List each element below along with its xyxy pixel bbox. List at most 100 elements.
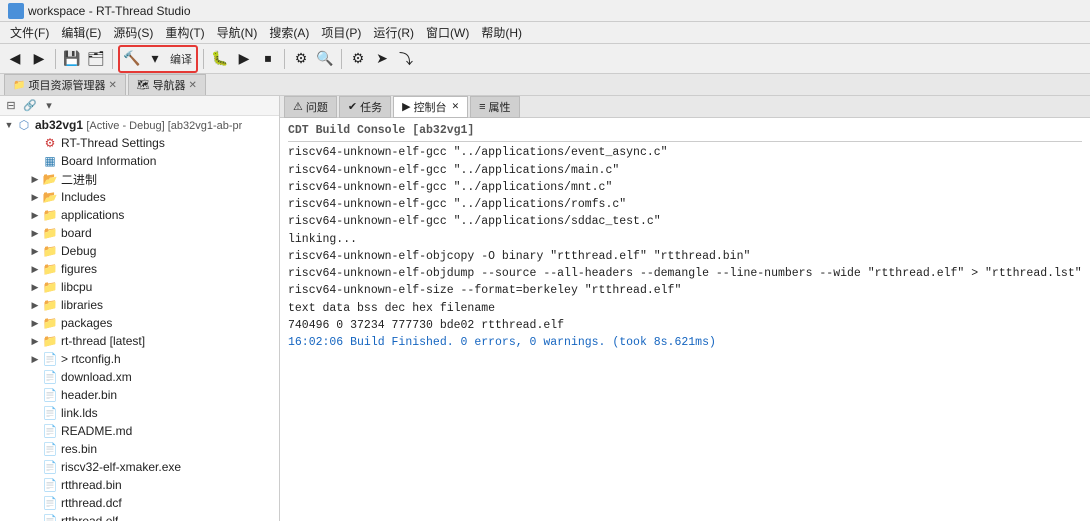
tree-item-header-bin[interactable]: 📄 header.bin <box>0 386 279 404</box>
console-line-2: riscv64-unknown-elf-gcc "../applications… <box>288 179 1082 196</box>
toolbar-save-btn[interactable]: 💾 <box>61 48 83 70</box>
console-active-marker: ✕ <box>452 101 460 112</box>
menu-project[interactable]: 项目(P) <box>315 22 367 43</box>
tab-console[interactable]: ▶ 控制台 ✕ <box>393 96 468 118</box>
tree-item-rtthread-dcf[interactable]: 📄 rtthread.dcf <box>0 494 279 512</box>
libraries-label: libraries <box>61 298 103 312</box>
toolbar-forward-btn[interactable]: ▶ <box>28 48 50 70</box>
packages-icon: 📁 <box>42 315 58 331</box>
tree-item-packages[interactable]: ▶ 📁 packages <box>0 314 279 332</box>
header-bin-icon: 📄 <box>42 387 58 403</box>
figures-arrow: ▶ <box>28 264 42 275</box>
board-info-label: Board Information <box>61 154 156 168</box>
console-content[interactable]: CDT Build Console [ab32vg1] riscv64-unkn… <box>280 118 1090 521</box>
tree-item-rtconfig[interactable]: ▶ 📄 > rtconfig.h <box>0 350 279 368</box>
menu-run[interactable]: 运行(R) <box>367 22 420 43</box>
menu-refactor[interactable]: 重构(T) <box>159 22 210 43</box>
rt-settings-icon: ⚙ <box>42 135 58 151</box>
tree-root-node[interactable]: ▼ ⬡ ab32vg1 [Active - Debug] [ab32vg1-ab… <box>0 116 279 134</box>
tree-item-debug[interactable]: ▶ 📁 Debug <box>0 242 279 260</box>
sidebar-collapse-btn[interactable]: ⊟ <box>2 97 20 115</box>
tree-item-board-info[interactable]: ▦ Board Information <box>0 152 279 170</box>
download-xm-label: download.xm <box>61 370 132 384</box>
console-line-9: text data bss dec hex filename <box>288 300 1082 317</box>
libcpu-icon: 📁 <box>42 279 58 295</box>
toolbar-compile-btn[interactable]: 🔨 <box>121 48 143 70</box>
toolbar-compile-dropdown[interactable]: ▾ <box>144 48 166 70</box>
includes-label: Includes <box>61 190 106 204</box>
tree-item-rt-settings[interactable]: ⚙ RT-Thread Settings <box>0 134 279 152</box>
riscv32-elf-label: riscv32-elf-xmaker.exe <box>61 460 181 474</box>
rt-thread-icon: 📁 <box>42 333 58 349</box>
tree-item-download-xm[interactable]: 📄 download.xm <box>0 368 279 386</box>
menu-help[interactable]: 帮助(H) <box>475 22 528 43</box>
tab-explorer[interactable]: 📁 项目资源管理器 ✕ <box>4 74 126 95</box>
menu-navigate[interactable]: 导航(N) <box>211 22 264 43</box>
includes-arrow: ▶ <box>28 192 42 203</box>
riscv32-elf-icon: 📄 <box>42 459 58 475</box>
tree-item-link-lds[interactable]: 📄 link.lds <box>0 404 279 422</box>
menu-search[interactable]: 搜索(A) <box>263 22 315 43</box>
debug-arrow: ▶ <box>28 246 42 257</box>
toolbar-save-all-btn[interactable]: 🗂 <box>85 48 107 70</box>
tree-item-rtthread-elf[interactable]: 📄 rtthread.elf <box>0 512 279 521</box>
toolbar-sep-2 <box>112 49 113 69</box>
binary-icon: 📂 <box>42 171 58 187</box>
libraries-icon: 📁 <box>42 297 58 313</box>
toolbar-run-btn[interactable]: ▶ <box>233 48 255 70</box>
tab-tasks[interactable]: ✔ 任务 <box>339 96 391 118</box>
menu-edit[interactable]: 编辑(E) <box>55 22 107 43</box>
root-arrow: ▼ <box>2 120 16 130</box>
tab-problems[interactable]: ⚠ 问题 <box>284 96 337 118</box>
tab-properties[interactable]: ≡ 属性 <box>470 96 519 118</box>
menu-source[interactable]: 源码(S) <box>107 22 159 43</box>
sidebar-view-menu-btn[interactable]: ▾ <box>40 97 58 115</box>
tree-item-board[interactable]: ▶ 📁 board <box>0 224 279 242</box>
binary-label: 二进制 <box>61 171 97 188</box>
rtthread-elf-icon: 📄 <box>42 513 58 521</box>
toolbar-nav-btn[interactable]: ➤ <box>371 48 393 70</box>
tab-navigator-close[interactable]: ✕ <box>189 80 197 91</box>
tree-item-libcpu[interactable]: ▶ 📁 libcpu <box>0 278 279 296</box>
libcpu-arrow: ▶ <box>28 282 42 293</box>
console-line-5: linking... <box>288 231 1082 248</box>
toolbar-search-btn[interactable]: 🔍 <box>314 48 336 70</box>
toolbar-nav2-btn[interactable]: ⤵ <box>395 48 417 70</box>
applications-label: applications <box>61 208 124 222</box>
toolbar-stop-btn[interactable]: ⏹ <box>257 48 279 70</box>
tree-item-rtthread-bin[interactable]: 📄 rtthread.bin <box>0 476 279 494</box>
readme-icon: 📄 <box>42 423 58 439</box>
libcpu-label: libcpu <box>61 280 92 294</box>
tree-item-libraries[interactable]: ▶ 📁 libraries <box>0 296 279 314</box>
console-line-6: riscv64-unknown-elf-objcopy -O binary "r… <box>288 248 1082 265</box>
sidebar-link-btn[interactable]: 🔗 <box>21 97 39 115</box>
rtconfig-arrow: ▶ <box>28 354 42 365</box>
toolbar-gear2-btn[interactable]: ⚙ <box>347 48 369 70</box>
tree-item-rt-thread[interactable]: ▶ 📁 rt-thread [latest] <box>0 332 279 350</box>
debug-icon: 📁 <box>42 243 58 259</box>
project-tree: ▼ ⬡ ab32vg1 [Active - Debug] [ab32vg1-ab… <box>0 116 279 521</box>
tree-item-riscv32-elf[interactable]: 📄 riscv32-elf-xmaker.exe <box>0 458 279 476</box>
binary-arrow: ▶ <box>28 174 42 185</box>
console-line-1: riscv64-unknown-elf-gcc "../applications… <box>288 162 1082 179</box>
res-bin-label: res.bin <box>61 442 97 456</box>
tree-item-binary[interactable]: ▶ 📂 二进制 <box>0 170 279 188</box>
panel-tabs-row: 📁 项目资源管理器 ✕ 🗺 导航器 ✕ <box>0 74 1090 96</box>
menu-window[interactable]: 窗口(W) <box>420 22 475 43</box>
tree-item-res-bin[interactable]: 📄 res.bin <box>0 440 279 458</box>
app-icon <box>8 3 24 19</box>
tree-item-applications[interactable]: ▶ 📁 applications <box>0 206 279 224</box>
tree-item-includes[interactable]: ▶ 📂 Includes <box>0 188 279 206</box>
res-bin-icon: 📄 <box>42 441 58 457</box>
menu-file[interactable]: 文件(F) <box>4 22 55 43</box>
tab-navigator[interactable]: 🗺 导航器 ✕ <box>128 74 206 95</box>
tree-item-figures[interactable]: ▶ 📁 figures <box>0 260 279 278</box>
tree-item-readme[interactable]: 📄 README.md <box>0 422 279 440</box>
tab-explorer-close[interactable]: ✕ <box>108 80 116 91</box>
board-info-icon: ▦ <box>42 153 58 169</box>
console-line-3: riscv64-unknown-elf-gcc "../applications… <box>288 196 1082 213</box>
toolbar-debug-btn[interactable]: 🐛 <box>209 48 231 70</box>
toolbar-settings-btn[interactable]: ⚙ <box>290 48 312 70</box>
toolbar-compile-label: 编译 <box>167 51 195 67</box>
toolbar-back-btn[interactable]: ◀ <box>4 48 26 70</box>
